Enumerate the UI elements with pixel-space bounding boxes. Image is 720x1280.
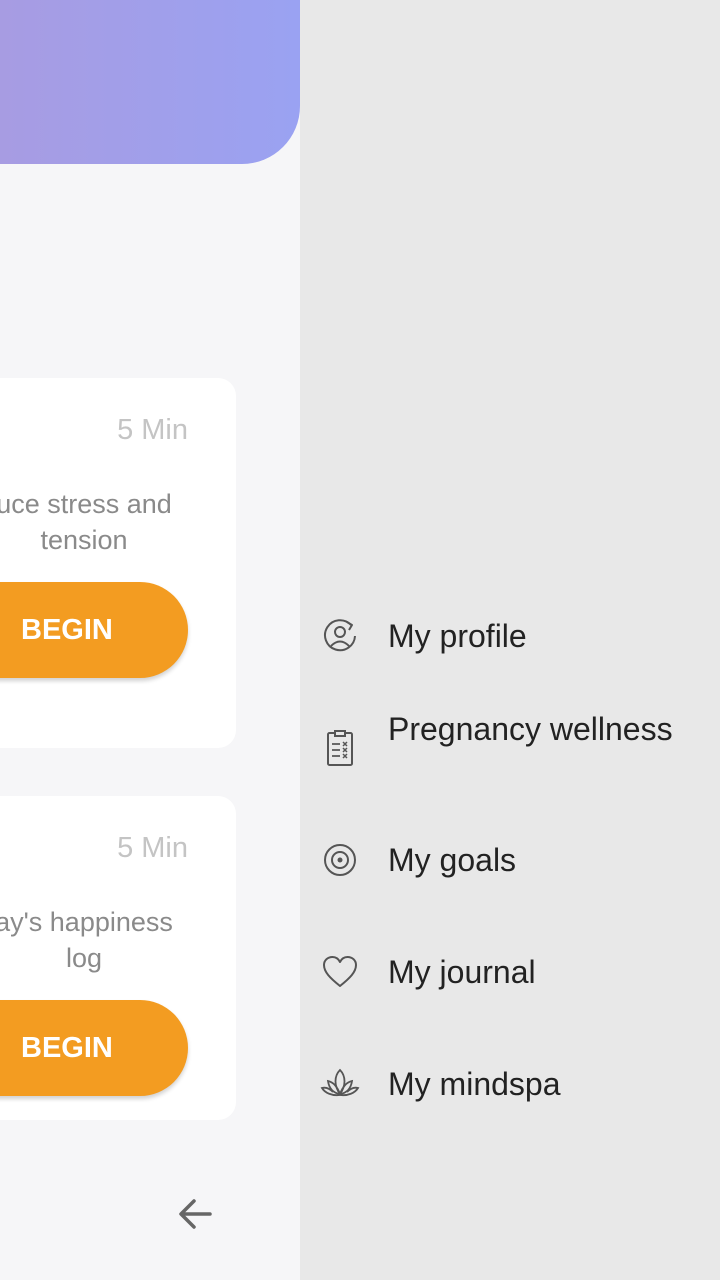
- card-description-line: uce stress and: [0, 489, 172, 519]
- card-description-line: log: [65, 943, 103, 973]
- card-description-line: ay's happiness: [0, 907, 173, 937]
- drawer-item-label: My mindspa: [388, 1066, 561, 1102]
- drawer-item-my-journal[interactable]: My journal: [300, 952, 720, 992]
- clipboard-checklist-icon: [320, 728, 360, 768]
- navigation-drawer: My profile Pregnancy wellness My goals M…: [300, 0, 720, 1280]
- card-duration: 5 Min: [117, 414, 188, 446]
- drawer-item-label: My goals: [388, 842, 517, 878]
- drawer-item-my-profile[interactable]: My profile: [300, 616, 720, 656]
- back-arrow-icon[interactable]: [174, 1192, 218, 1236]
- target-icon: [320, 840, 360, 880]
- drawer-item-label: Pregnancy wellness: [388, 711, 673, 747]
- card-duration: 5 Min: [117, 832, 188, 864]
- begin-button[interactable]: BEGIN: [0, 1000, 188, 1096]
- card-description-line: tension: [40, 525, 128, 555]
- heart-icon: [320, 952, 360, 992]
- card-description: uce stress and tension: [0, 486, 208, 558]
- begin-button[interactable]: BEGIN: [0, 582, 188, 678]
- drawer-item-label: My journal: [388, 954, 536, 990]
- drawer-item-my-goals[interactable]: My goals: [300, 840, 720, 880]
- lotus-icon: [320, 1064, 360, 1104]
- activity-card: 5 Min ay's happiness log BEGIN: [0, 796, 236, 1120]
- drawer-item-label: My profile: [388, 618, 527, 654]
- profile-sync-icon: [320, 616, 360, 656]
- background-screen: 5 Min uce stress and tension BEGIN 5 Min…: [0, 0, 300, 1280]
- drawer-item-pregnancy-wellness[interactable]: Pregnancy wellness: [300, 710, 720, 786]
- header-banner: [0, 0, 300, 164]
- drawer-item-my-mindspa[interactable]: My mindspa: [300, 1064, 720, 1104]
- activity-card: 5 Min uce stress and tension BEGIN: [0, 378, 236, 748]
- card-description: ay's happiness log: [0, 904, 208, 976]
